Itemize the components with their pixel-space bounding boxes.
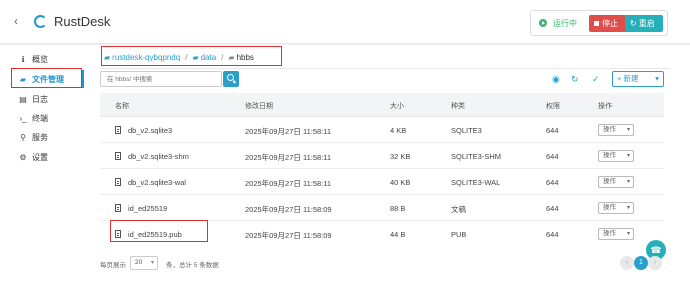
annotation-box-breadcrumb [101,46,282,66]
table-row[interactable]: db_v2.sqlite3-wal 2025年09月27日 11:58:11 4… [100,169,664,195]
file-name[interactable]: id_ed25519 [128,204,167,213]
per-page-label: 每页展示 [100,262,126,269]
file-size: 88 B [390,204,406,213]
chevron-left-icon[interactable]: ‹ [14,14,18,28]
refresh-icon[interactable]: ↻ [571,74,579,85]
file-name[interactable]: db_v2.sqlite3 [128,126,172,135]
table-row[interactable]: id_ed25519 2025年09月27日 11:58:09 88 B 文稿 … [100,195,664,221]
next-page-button[interactable]: › [648,256,662,270]
rustdesk-logo-icon [34,15,47,28]
file-size: 40 KB [390,178,411,187]
column-header-permission[interactable]: 权限 [546,101,560,111]
file-kind: 文稿 [451,205,466,214]
refresh-icon: ↻ [630,19,637,28]
prev-page-button[interactable]: ‹ [620,256,634,270]
sidebar-item-logs[interactable]: ▤ 日志 [18,92,48,106]
column-header-date[interactable]: 修改日期 [245,101,273,111]
status-panel: 运行中 停止 ↻ 重启 [530,10,668,36]
file-permission: 644 [546,152,559,161]
file-date: 2025年09月27日 11:58:09 [245,231,332,240]
file-date: 2025年09月27日 11:58:11 [245,179,332,188]
file-text-icon: ▤ [19,94,27,104]
annotation-box-file [110,220,208,242]
column-header-size[interactable]: 大小 [390,101,404,111]
stop-button[interactable]: 停止 [589,15,625,32]
column-header-kind[interactable]: 种类 [451,101,465,111]
eye-icon[interactable]: ◉ [552,74,560,85]
page-size-select[interactable]: 20 [130,256,158,270]
terminal-icon: ›_ [19,113,27,123]
file-permission: 644 [546,178,559,187]
file-permission: 644 [546,126,559,135]
file-size: 4 KB [390,126,407,135]
table-row[interactable]: db_v2.sqlite3 2025年09月27日 11:58:11 4 KB … [100,117,664,143]
actions-dropdown[interactable]: 操作 [598,228,634,240]
file-kind: PUB [451,230,467,239]
search-input[interactable] [100,71,222,87]
sidebar-item-settings[interactable]: ⚙ 设置 [18,150,48,164]
actions-dropdown[interactable]: 操作 [598,202,634,214]
chevron-down-icon: ▾ [655,74,659,83]
file-permission: 644 [546,230,559,239]
status-text: 运行中 [553,19,577,28]
total-count-text: 条，总计 5 条数据 [166,262,219,269]
play-icon [539,19,547,27]
file-kind: SQLITE3 [451,126,482,135]
file-kind: SQLITE3-SHM [451,152,502,161]
app-title: RustDesk [54,14,111,29]
share-nodes-icon: ⚲ [20,132,26,142]
sidebar-item-services[interactable]: ⚲ 服务 [18,130,48,144]
file-date: 2025年09月27日 11:58:09 [245,205,332,214]
table-row[interactable]: db_v2.sqlite3-shm 2025年09月27日 11:58:11 3… [100,143,664,169]
new-button[interactable]: + 新建 ▾ [612,71,664,87]
column-header-name[interactable]: 名称 [115,101,129,111]
search-button[interactable] [223,71,239,87]
actions-dropdown[interactable]: 操作 [598,124,634,136]
file-icon [115,152,121,160]
stop-icon [594,21,599,27]
file-permission: 644 [546,204,559,213]
file-name[interactable]: db_v2.sqlite3-shm [128,152,189,161]
file-date: 2025年09月27日 11:58:11 [245,127,332,136]
actions-dropdown[interactable]: 操作 [598,150,634,162]
sidebar-item-terminal[interactable]: ›_ 终端 [18,111,48,125]
file-icon [115,126,121,134]
file-icon [115,204,121,212]
column-header-actions: 操作 [598,103,612,110]
file-name[interactable]: db_v2.sqlite3-wal [128,178,186,187]
info-icon: ℹ [21,54,25,64]
divider [100,68,670,69]
file-size: 44 B [390,230,406,239]
gear-icon: ⚙ [19,152,27,162]
file-date: 2025年09月27日 11:58:11 [245,153,332,162]
check-double-icon[interactable]: ✓ [592,74,600,85]
annotation-box-sidebar [11,68,82,88]
app-header: ‹ RustDesk 运行中 停止 ↻ 重启 [0,0,690,44]
actions-dropdown[interactable]: 操作 [598,176,634,188]
file-kind: SQLITE3-WAL [451,178,501,187]
restart-button[interactable]: ↻ 重启 [625,15,663,32]
file-size: 32 KB [390,152,411,161]
sidebar-item-overview[interactable]: ℹ 概览 [18,52,48,66]
table-header: 名称 修改日期 大小 种类 权限 操作 [100,93,664,117]
page-button-1[interactable]: 1 [634,256,648,270]
file-icon [115,178,121,186]
